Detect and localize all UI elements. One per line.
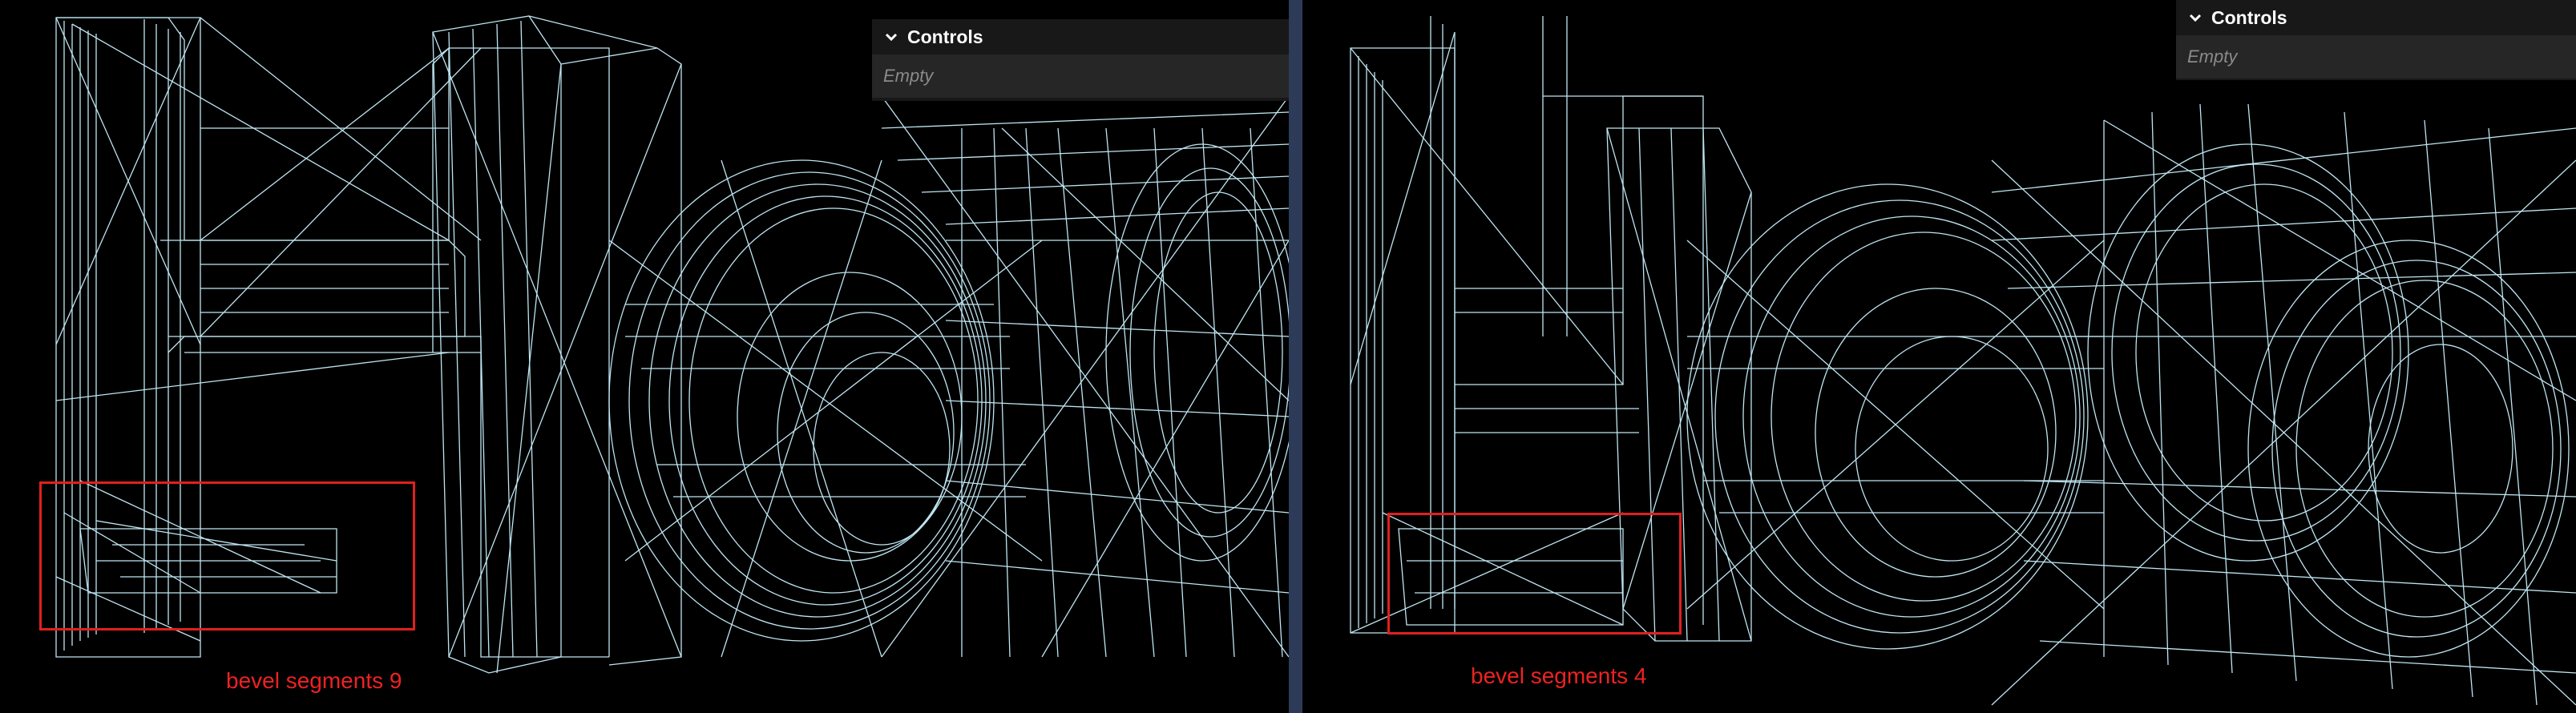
chevron-down-icon[interactable] xyxy=(2187,10,2203,26)
controls-header[interactable]: Controls xyxy=(872,19,1289,54)
controls-empty-state: Empty xyxy=(872,54,1289,98)
highlight-box xyxy=(39,481,415,630)
highlight-box xyxy=(1387,513,1682,634)
viewport-right[interactable]: bevel segments 4 Controls Empty xyxy=(1302,0,2576,713)
controls-panel[interactable]: Controls Empty xyxy=(2176,0,2576,80)
split-divider[interactable] xyxy=(1289,0,1302,713)
viewport-left[interactable]: bevel segments 9 Controls Empty xyxy=(0,0,1289,713)
annotation-caption: bevel segments 9 xyxy=(226,668,402,693)
controls-title: Controls xyxy=(2211,6,2287,28)
letter-e-wireframe xyxy=(1686,183,2105,650)
chevron-down-icon[interactable] xyxy=(883,29,899,45)
letter-i-wireframe xyxy=(432,15,682,674)
controls-panel[interactable]: Controls Empty xyxy=(872,19,1289,101)
letter-e-wireframe xyxy=(608,159,1043,658)
annotation-caption: bevel segments 4 xyxy=(1471,663,1647,688)
controls-header[interactable]: Controls xyxy=(2176,0,2576,35)
controls-empty-state: Empty xyxy=(2176,35,2576,79)
controls-title: Controls xyxy=(907,26,983,47)
